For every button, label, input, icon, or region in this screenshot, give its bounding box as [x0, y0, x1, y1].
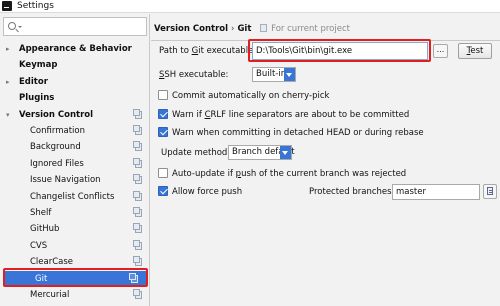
protected-branches-label: Protected branches:	[309, 187, 395, 197]
chevron-down-icon	[284, 68, 295, 81]
warn-detached-checkbox[interactable]	[158, 127, 168, 137]
sidebar-item-label: CVS	[30, 241, 48, 251]
sidebar-item-appearance-behavior[interactable]: ▸ Appearance & Behavior	[0, 41, 150, 57]
warn-crlf-label: Warn if CRLF line separators are about t…	[172, 110, 410, 120]
sidebar-item-plugins[interactable]: Plugins	[0, 90, 150, 106]
project-icon	[133, 158, 142, 168]
browse-button[interactable]: ...	[433, 44, 448, 58]
sidebar-item-label: GitHub	[30, 224, 60, 234]
sidebar-item-ignored-files[interactable]: Ignored Files	[0, 156, 150, 172]
git-settings-panel: Version Control › Git For current project …	[151, 14, 500, 306]
app-icon	[2, 1, 12, 11]
sidebar-item-background[interactable]: Background	[0, 139, 150, 155]
commit-cherry-pick-label: Commit automatically on cherry-pick	[172, 91, 330, 101]
sidebar-item-label: Git	[35, 274, 48, 284]
sidebar-item-label: Plugins	[19, 93, 55, 103]
sidebar-item-editor[interactable]: ▸ Editor	[0, 74, 150, 90]
sidebar-item-keymap[interactable]: Keymap	[0, 57, 150, 73]
sidebar-item-shelf[interactable]: Shelf	[0, 205, 150, 221]
auto-update-label: Auto-update if push of the current branc…	[172, 169, 407, 179]
header-divider	[151, 40, 500, 41]
sidebar-item-cvs[interactable]: CVS	[0, 238, 150, 254]
project-icon	[133, 207, 142, 217]
sidebar-item-label: Changelist Conflicts	[30, 192, 115, 202]
sidebar-item-label: ClearCase	[30, 257, 74, 267]
path-label: Path to Git executable:	[159, 46, 257, 56]
project-icon	[133, 223, 142, 233]
project-icon	[133, 289, 142, 299]
project-icon	[133, 109, 142, 119]
sidebar-item-label: Confirmation	[30, 126, 85, 136]
sidebar-item-label: Mercurial	[30, 290, 70, 300]
sidebar-item-label: Keymap	[19, 60, 58, 70]
sidebar-item-changelist-conflicts[interactable]: Changelist Conflicts	[0, 189, 150, 205]
breadcrumb-parent[interactable]: Version Control	[154, 24, 228, 34]
sidebar-item-mercurial[interactable]: Mercurial	[0, 287, 150, 303]
breadcrumb-separator: ›	[231, 24, 235, 34]
project-icon	[133, 191, 142, 201]
sidebar-item-label: Background	[30, 142, 81, 152]
chevron-down-icon	[18, 26, 22, 28]
commit-cherry-pick-checkbox[interactable]	[158, 90, 168, 100]
scope-note: For current project	[271, 24, 350, 34]
project-icon	[133, 141, 142, 151]
search-icon	[8, 22, 16, 30]
sidebar-item-label: Ignored Files	[30, 159, 84, 169]
title-bar: Settings	[0, 0, 500, 13]
sidebar-item-clearcase[interactable]: ClearCase	[0, 254, 150, 270]
ssh-executable-select[interactable]: Built-in	[252, 67, 296, 82]
breadcrumb-current: Git	[237, 24, 252, 34]
update-method-label: Update method:	[161, 148, 231, 158]
document-icon	[487, 187, 493, 195]
sidebar-item-label: Issue Navigation	[30, 175, 101, 185]
project-icon	[133, 256, 142, 266]
update-method-select[interactable]: Branch default	[228, 145, 295, 160]
sidebar-item-label: Appearance & Behavior	[19, 44, 132, 54]
chevron-right-icon[interactable]: ▸	[6, 74, 10, 90]
project-icon	[133, 125, 142, 135]
project-icon	[260, 24, 268, 32]
ssh-label: SSH executable:	[159, 70, 229, 80]
project-icon	[133, 240, 142, 250]
allow-force-push-label: Allow force push	[172, 187, 243, 197]
settings-search-input[interactable]	[3, 17, 147, 36]
project-icon	[129, 273, 138, 283]
git-path-input[interactable]: D:\Tools\Git\bin\git.exe	[252, 42, 428, 60]
allow-force-push-checkbox[interactable]	[158, 186, 168, 196]
test-button[interactable]: Test	[458, 43, 492, 59]
breadcrumb: Version Control › Git For current project	[154, 23, 350, 35]
window-title: Settings	[17, 1, 54, 11]
project-icon	[133, 174, 142, 184]
chevron-down-icon	[280, 146, 291, 159]
warn-detached-label: Warn when committing in detached HEAD or…	[172, 128, 424, 138]
sidebar-item-issue-navigation[interactable]: Issue Navigation	[0, 172, 150, 188]
sidebar-item-github[interactable]: GitHub	[0, 221, 150, 237]
ssh-executable-value: Built-in	[256, 69, 287, 79]
warn-crlf-checkbox[interactable]	[158, 109, 168, 119]
sidebar-item-label: Shelf	[30, 208, 52, 218]
sidebar-item-label: Version Control	[19, 110, 94, 120]
edit-branches-button[interactable]	[483, 184, 497, 199]
sidebar-item-version-control[interactable]: ▾ Version Control	[0, 107, 150, 123]
settings-sidebar: ▸ Appearance & Behavior Keymap ▸ Editor Plugi…	[0, 14, 150, 306]
sidebar-item-label: Editor	[19, 77, 48, 87]
chevron-down-icon[interactable]: ▾	[6, 107, 10, 123]
auto-update-checkbox[interactable]	[158, 168, 168, 178]
sidebar-item-confirmation[interactable]: Confirmation	[0, 123, 150, 139]
chevron-right-icon[interactable]: ▸	[6, 41, 10, 57]
protected-branches-input[interactable]: master	[392, 184, 480, 200]
sidebar-item-git[interactable]: Git	[5, 271, 146, 287]
